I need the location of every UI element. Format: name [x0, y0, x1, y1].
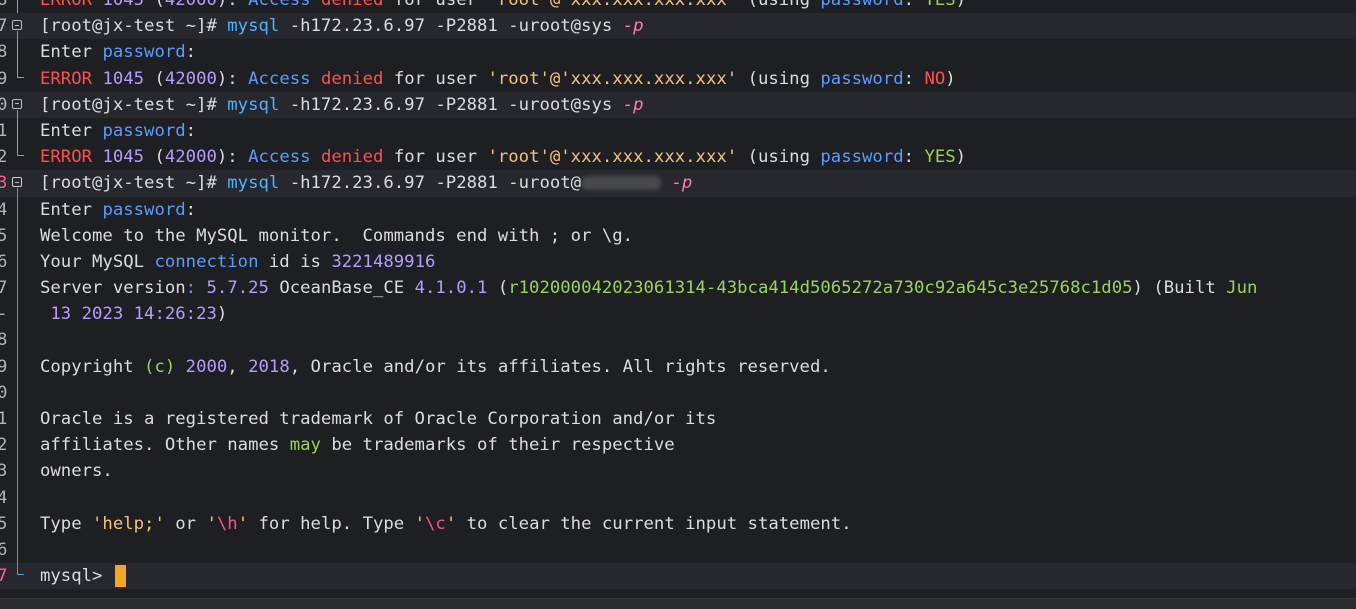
line-number: 7	[0, 16, 8, 37]
fold-toggle[interactable]	[11, 92, 25, 118]
collapse-icon	[12, 177, 22, 188]
terminal-line: - 13 2023 14:26:23)	[0, 301, 1356, 328]
line-number: 7	[0, 566, 8, 587]
terminal-line: 0 [root@jx-test ~]# mysql -h172.23.6.97 …	[0, 91, 1356, 118]
terminal-line: 4	[0, 484, 1356, 511]
line-number: 4	[0, 487, 8, 508]
server-version-wrap: 13 2023 14:26:23)	[50, 304, 228, 325]
line-number: 0	[0, 94, 8, 115]
terminal-line: 7 mysql>	[0, 563, 1356, 590]
redacted-text	[581, 176, 662, 191]
line-number: 9	[0, 356, 8, 377]
terminal-line: 7 Server version: 5.7.25 OceanBase_CE 4.…	[0, 275, 1356, 302]
line-number: -	[0, 301, 11, 327]
terminal-line: 9 Copyright (c) 2000, 2018, Oracle and/o…	[0, 353, 1356, 380]
line-number: 7	[0, 278, 8, 299]
welcome-text: Welcome to the MySQL monitor. Commands e…	[40, 225, 634, 246]
line-number: 3	[0, 173, 8, 194]
line-number: 6	[0, 251, 8, 272]
line-number: 9	[0, 68, 8, 89]
terminal-line: 6 Your MySQL connection id is 3221489916	[0, 248, 1356, 276]
trademark-line: owners.	[40, 461, 113, 482]
terminal-line: 3 owners.	[0, 458, 1356, 485]
line-number: 2	[0, 435, 8, 456]
trademark-line: Oracle is a registered trademark of Orac…	[40, 409, 717, 429]
line-number: 5	[0, 513, 8, 534]
password-prompt: Enter password:	[40, 120, 197, 141]
terminal-line: 4 Enter password:	[0, 196, 1356, 223]
line-number: 6	[0, 539, 8, 560]
line-number: 5	[0, 225, 8, 246]
line-number: 4	[0, 199, 8, 220]
terminal-line: 7 [root@jx-test ~]# mysql -h172.23.6.97 …	[0, 13, 1356, 40]
terminal-line: 2 ERROR 1045 (42000): Access denied for …	[0, 144, 1356, 170]
password-prompt: Enter password:	[40, 42, 197, 63]
line-number: 8	[0, 330, 8, 351]
fold-toggle[interactable]	[11, 13, 25, 40]
fold-toggle[interactable]	[11, 170, 25, 197]
trademark-line: affiliates. Other names may be trademark…	[40, 435, 675, 456]
line-number: 3	[0, 461, 8, 482]
server-version-line: Server version: 5.7.25 OceanBase_CE 4.1.…	[40, 278, 1258, 299]
connection-id-line: Your MySQL connection id is 3221489916	[40, 251, 436, 272]
terminal-line: 9 ERROR 1045 (42000): Access denied for …	[0, 65, 1356, 92]
terminal-line: 1 Oracle is a registered trademark of Or…	[0, 406, 1356, 433]
copyright-line: Copyright (c) 2000, 2018, Oracle and/or …	[40, 356, 831, 377]
terminal-output: 8 ERROR 1045 (42000): Access denied for …	[0, 0, 1356, 590]
terminal-line: 0	[0, 379, 1356, 406]
error-line: ERROR 1045 (42000): Access denied for us…	[40, 68, 956, 89]
terminal-line: 8 ERROR 1045 (42000): Access denied for …	[0, 0, 1356, 14]
command-line: [root@jx-test ~]# mysql -h172.23.6.97 -P…	[40, 173, 693, 194]
line-number: 8	[0, 42, 8, 63]
password-prompt: Enter password:	[40, 199, 197, 220]
mysql-prompt-line[interactable]: mysql>	[40, 563, 126, 589]
terminal-line: 5 Welcome to the MySQL monitor. Commands…	[0, 222, 1356, 249]
command-line: [root@jx-test ~]# mysql -h172.23.6.97 -P…	[40, 16, 644, 37]
command-line: [root@jx-test ~]# mysql -h172.23.6.97 -P…	[40, 94, 644, 115]
terminal-line: 3 [root@jx-test ~]# mysql -h172.23.6.97 …	[0, 170, 1356, 197]
error-line: ERROR 1045 (42000): Access denied for us…	[40, 0, 967, 10]
collapse-icon	[12, 98, 22, 109]
terminal-line: 2 affiliates. Other names may be tradema…	[0, 432, 1356, 459]
text-cursor	[114, 565, 126, 588]
line-number: 2	[0, 147, 8, 168]
line-number: 8	[0, 0, 8, 10]
collapse-icon	[12, 20, 22, 31]
line-number: 1	[0, 120, 8, 141]
terminal-line: 8 Enter password:	[0, 39, 1356, 66]
terminal-line: 6	[0, 536, 1356, 564]
terminal-line: 8	[0, 327, 1356, 354]
bottom-bar	[0, 598, 1356, 609]
terminal-line: 1 Enter password:	[0, 117, 1356, 145]
terminal-line: 5 Type 'help;' or '\h' for help. Type '\…	[0, 510, 1356, 537]
help-line: Type 'help;' or '\h' for help. Type '\c'…	[40, 513, 852, 534]
error-line: ERROR 1045 (42000): Access denied for us…	[40, 147, 967, 168]
line-number: 0	[0, 382, 8, 403]
line-number: 1	[0, 409, 8, 429]
